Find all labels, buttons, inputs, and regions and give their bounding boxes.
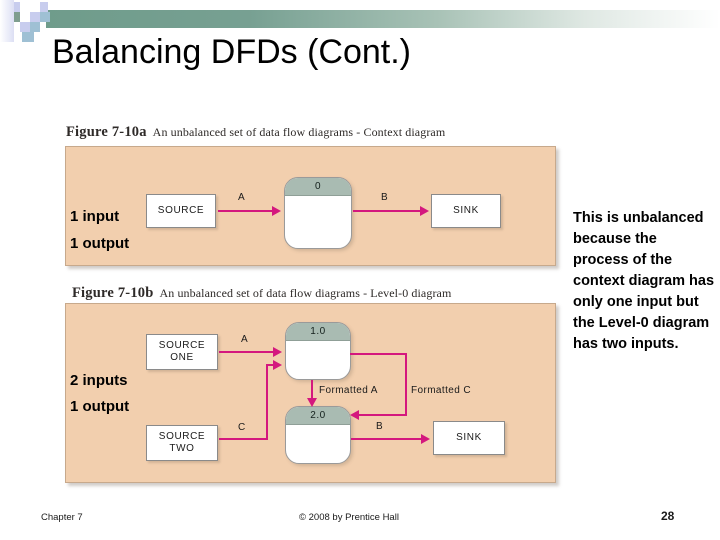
figure-a-panel: SOURCE A 0 B SINK (65, 146, 556, 266)
figure-b-formatted-c-line-h2 (358, 414, 407, 416)
figure-b-source-two-line1: SOURCE (158, 431, 206, 442)
figure-a-flow-a-label: A (238, 192, 246, 203)
figure-b-formatted-c-label: Formatted C (411, 385, 471, 396)
figure-b-flow-b-line (351, 438, 423, 440)
figure-b-flow-c-arrowhead (273, 360, 282, 370)
figure-a-flow-b-line (353, 210, 422, 212)
figure-b-description: An unbalanced set of data flow diagrams … (159, 286, 452, 300)
page-title: Balancing DFDs (Cont.) (52, 33, 412, 71)
figure-b-formatted-a-label: Formatted A (319, 385, 378, 396)
footer-chapter: Chapter 7 (41, 512, 83, 523)
footer-page-number: 28 (661, 509, 675, 523)
figure-b-caption: Figure 7-10b An unbalanced set of data fl… (72, 284, 451, 302)
deco-square-fade-left (0, 0, 14, 42)
figure-a-sink-label: SINK (453, 205, 479, 216)
figure-b-panel: SOURCE ONE A 1.0 2.0 SOURCE TWO C Format… (65, 303, 556, 483)
figure-b-sink-box: SINK (433, 421, 505, 455)
figure-b-formatted-c-line-h1 (350, 353, 407, 355)
figure-a-source-label: SOURCE (157, 205, 205, 216)
deco-square-5 (40, 12, 50, 22)
figure-b-label: Figure 7-10b (72, 285, 154, 301)
figure-b-process-2-id: 2.0 (286, 407, 350, 425)
figure-a-flow-a-line (218, 210, 274, 212)
deco-square-8 (30, 22, 40, 32)
deco-square-10 (40, 2, 48, 12)
figure-b-source-two-box: SOURCE TWO (146, 425, 218, 461)
figure-a-sink-box: SINK (431, 194, 501, 228)
figure-b-flow-a-line (219, 351, 275, 353)
figure-b-flow-a-arrowhead (273, 347, 282, 357)
figure-a-flow-b-label: B (381, 192, 389, 203)
figure-a-description: An unbalanced set of data flow diagrams … (152, 125, 446, 139)
figure-b-flow-a-label: A (241, 334, 249, 345)
figure-b-process-2: 2.0 (285, 406, 351, 464)
figure-b-annotation-line2: 1 output (70, 398, 130, 415)
deco-square-4 (30, 12, 40, 22)
footer-copyright: © 2008 by Prentice Hall (299, 512, 399, 523)
figure-b-flow-b-label: B (376, 421, 384, 432)
figure-b-process-1: 1.0 (285, 322, 351, 380)
figure-b-formatted-c-line-v (405, 353, 407, 416)
side-note-text: This is unbalanced because the process o… (573, 210, 715, 352)
figure-a-process-0: 0 (284, 177, 352, 249)
figure-b-sink-label: SINK (456, 432, 482, 443)
figure-a-flow-a-arrowhead (272, 206, 281, 216)
figure-b-source-one-line2: ONE (170, 352, 194, 363)
figure-a-flow-b-arrowhead (420, 206, 429, 216)
figure-b-source-two-line2: TWO (169, 443, 195, 454)
figure-b-source-one-line1: SOURCE (158, 340, 206, 351)
deco-square-7 (20, 22, 30, 32)
figure-b-formatted-a-arrowhead (307, 398, 317, 407)
figure-b-formatted-c-arrowhead (350, 410, 359, 420)
figure-b-annotation-line1: 2 inputs (70, 372, 128, 389)
figure-b-flow-c-label: C (238, 422, 246, 433)
figure-a-source-box: SOURCE (146, 194, 216, 228)
figure-a-caption: Figure 7-10a An unbalanced set of data fl… (66, 123, 445, 141)
figure-a-annotation-line2: 1 output (70, 235, 130, 252)
figure-b-flow-c-line-v (266, 364, 268, 440)
deco-square-9 (22, 32, 34, 42)
figure-b-formatted-a-line (311, 380, 313, 400)
figure-a-annotation-line1: 1 input (70, 208, 120, 225)
figure-a-label: Figure 7-10a (66, 124, 147, 140)
figure-a-process-0-id: 0 (285, 178, 351, 196)
figure-b-flow-c-line-h1 (219, 438, 268, 440)
figure-b-source-one-box: SOURCE ONE (146, 334, 218, 370)
title-accent-bar (46, 10, 720, 28)
figure-b-flow-b-arrowhead (421, 434, 430, 444)
figure-b-process-1-id: 1.0 (286, 323, 350, 341)
